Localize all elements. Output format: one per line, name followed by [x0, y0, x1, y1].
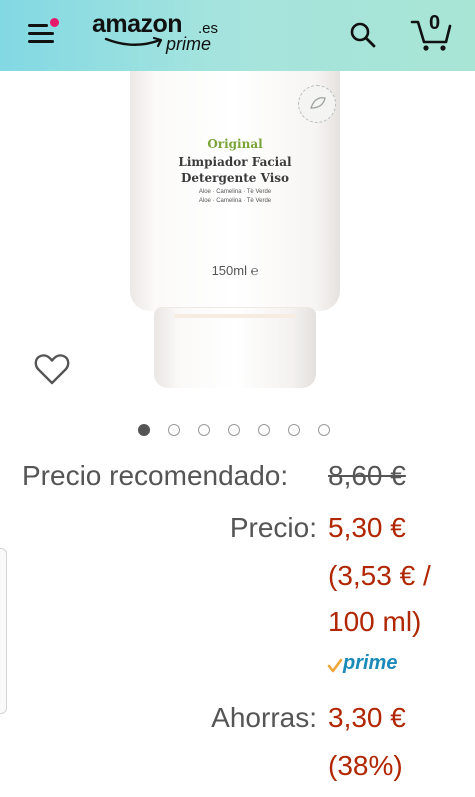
carousel-dot[interactable]: [288, 424, 300, 436]
price-value: 5,30 €: [328, 512, 406, 543]
carousel-dot[interactable]: [318, 424, 330, 436]
savings-value: 3,30 €: [328, 702, 406, 733]
tube-cap: [154, 307, 316, 388]
recommended-price-label: Precio recomendado:: [22, 460, 289, 491]
label-ingredients: Aloe · Camelina · Tè Verde: [198, 189, 272, 195]
label-ingredients: Aloe · Camelina · Tè Verde: [198, 198, 272, 204]
cart-button[interactable]: 0: [410, 12, 454, 52]
amazon-prime-logo[interactable]: amazon .es prime: [92, 10, 232, 60]
logo-prime: prime: [166, 34, 212, 54]
prime-badge: prime: [327, 652, 417, 678]
carousel-dot[interactable]: [168, 424, 180, 436]
side-drawer-handle[interactable]: [0, 548, 7, 714]
menu-bar: [28, 24, 48, 27]
carousel-dot[interactable]: [138, 424, 150, 436]
label-product-name: Limpiador Facial: [178, 155, 292, 169]
carousel-dot[interactable]: [198, 424, 210, 436]
heart-icon: [34, 354, 70, 385]
search-icon: [350, 22, 376, 48]
unit-price: 100 ml): [328, 606, 422, 637]
carousel-dot[interactable]: [258, 424, 270, 436]
label-product-subname: Detergente Viso: [180, 171, 290, 185]
hamburger-menu-button[interactable]: [26, 18, 60, 48]
smile-arrow-icon: [104, 36, 163, 48]
check-icon: [327, 658, 343, 673]
carousel-dot[interactable]: [228, 424, 240, 436]
top-nav-bar: amazon .es prime 0: [0, 0, 475, 71]
label-volume: 150ml ℮: [211, 263, 259, 278]
savings-percent: (38%): [328, 750, 403, 781]
menu-bar: [28, 40, 54, 43]
menu-bar: [28, 32, 54, 35]
recommended-price-value: 8,60 €: [328, 460, 406, 491]
product-image[interactable]: Original Limpiador Facial Detergente Vis…: [130, 71, 340, 389]
image-carousel-dots: [138, 424, 338, 440]
notification-dot: [50, 18, 59, 27]
savings-label: Ahorras:: [211, 702, 317, 733]
price-label: Precio:: [229, 512, 317, 543]
prime-badge-text: prime: [343, 652, 398, 674]
wishlist-button[interactable]: [34, 352, 70, 386]
unit-price: (3,53 € /: [328, 560, 431, 591]
tube-body: Original Limpiador Facial Detergente Vis…: [130, 71, 340, 311]
search-button[interactable]: [348, 20, 378, 50]
natural-seal-icon: [298, 85, 336, 123]
label-original: Original: [207, 137, 263, 151]
cart-count: 0: [429, 12, 441, 34]
